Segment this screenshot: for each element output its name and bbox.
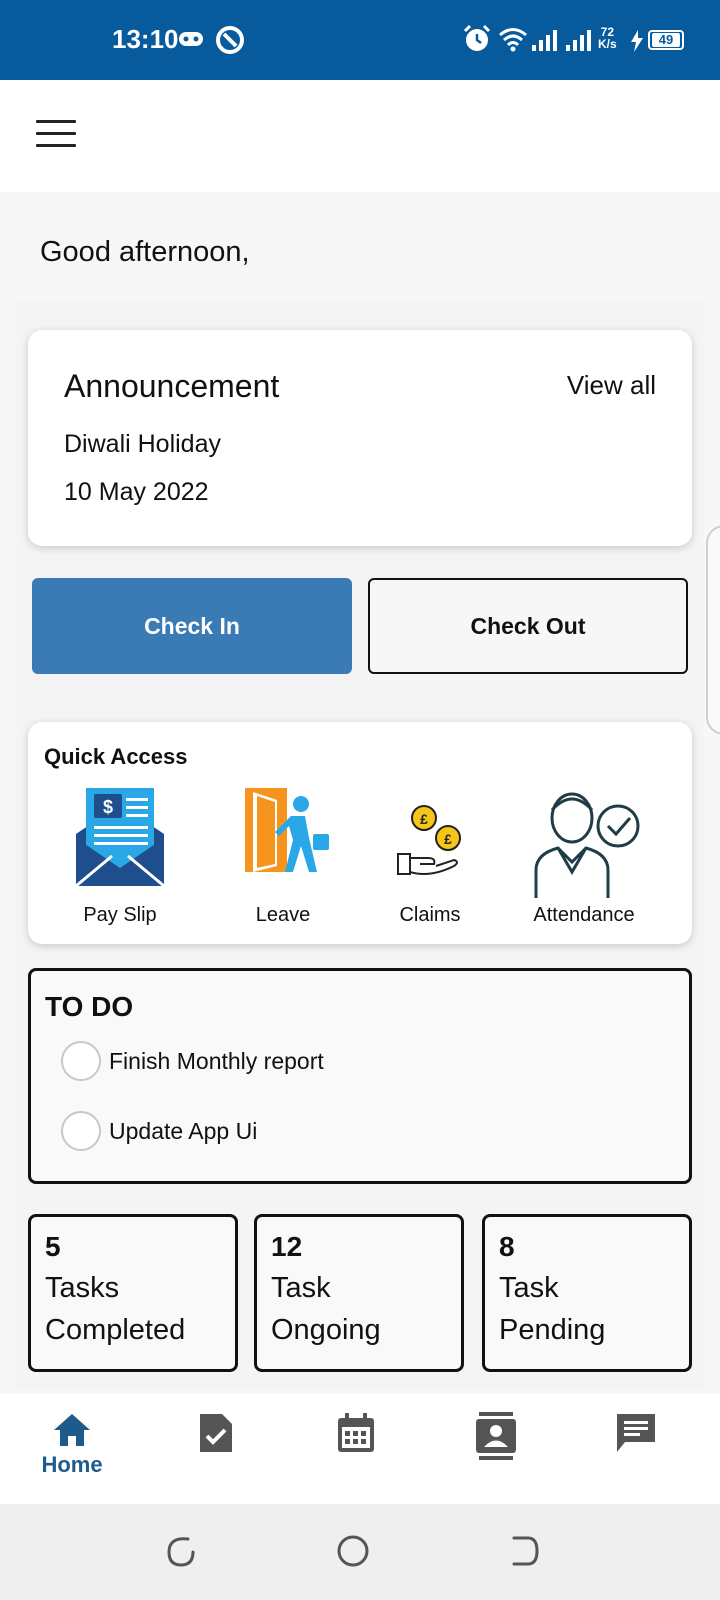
app-bar xyxy=(0,80,720,192)
todo-item[interactable]: Finish Monthly report xyxy=(61,1041,324,1081)
check-out-button[interactable]: Check Out xyxy=(368,578,688,674)
nav-home[interactable]: Home xyxy=(22,1412,122,1492)
battery-level: 49 xyxy=(652,33,680,47)
hamburger-menu-icon[interactable] xyxy=(36,120,76,150)
stat-label: Task Pending xyxy=(499,1272,606,1346)
nav-messages[interactable] xyxy=(586,1412,686,1492)
menu-line xyxy=(36,144,76,147)
check-in-button[interactable]: Check In xyxy=(32,578,352,674)
quick-access-attendance[interactable]: Attendance xyxy=(514,782,654,932)
nav-calendar[interactable] xyxy=(306,1412,406,1492)
quick-access-claims[interactable]: £ £ Claims xyxy=(360,782,500,932)
menu-line xyxy=(36,132,76,135)
attendance-label: Attendance xyxy=(533,904,635,926)
greeting: Good afternoon, xyxy=(40,236,250,268)
task-icon xyxy=(200,1414,232,1452)
chat-icon xyxy=(617,1414,655,1452)
announcement-title: Announcement xyxy=(64,368,280,404)
todo-card: TO DO Finish Monthly report Update App U… xyxy=(28,968,692,1184)
claims-label: Claims xyxy=(399,904,461,926)
claims-icon: £ £ xyxy=(397,805,461,875)
charging-icon xyxy=(631,30,643,52)
nav-home-label: Home xyxy=(41,1452,103,1477)
stat-tasks-completed[interactable]: 5 Tasks Completed xyxy=(28,1214,238,1372)
quick-access-title: Quick Access xyxy=(44,744,188,769)
todo-checkbox[interactable] xyxy=(61,1111,101,1151)
contact-icon xyxy=(476,1412,516,1460)
attendance-icon xyxy=(534,792,640,898)
stat-value: 8 xyxy=(499,1231,515,1262)
quick-access-card: Quick Access $ Pay Slip Leave £ £ Claims… xyxy=(28,722,692,944)
stat-task-pending[interactable]: 8 Task Pending xyxy=(482,1214,692,1372)
home-icon xyxy=(54,1414,90,1446)
wifi-icon xyxy=(499,28,527,52)
todo-text: Finish Monthly report xyxy=(109,1047,324,1074)
todo-text: Update App Ui xyxy=(109,1117,258,1144)
signal-icon xyxy=(532,30,557,51)
gamepad-icon xyxy=(179,32,203,46)
todo-item[interactable]: Update App Ui xyxy=(61,1111,257,1151)
leave-icon xyxy=(245,788,329,872)
system-navigation-bar xyxy=(0,1504,720,1600)
stat-value: 12 xyxy=(271,1231,303,1262)
calendar-icon xyxy=(338,1413,374,1452)
svg-text:£: £ xyxy=(420,811,428,827)
announcement-date: 10 May 2022 xyxy=(64,478,209,506)
home-button-icon[interactable] xyxy=(336,1534,370,1568)
stat-task-ongoing[interactable]: 12 Task Ongoing xyxy=(254,1214,464,1372)
net-speed: 72 K/s xyxy=(598,26,617,50)
nav-contacts[interactable] xyxy=(446,1412,546,1492)
quick-access-leave[interactable]: Leave xyxy=(213,782,353,932)
signal-2-icon xyxy=(566,30,591,51)
announcement-item: Diwali Holiday xyxy=(64,430,221,458)
net-speed-unit: K/s xyxy=(598,37,617,51)
alarm-icon xyxy=(463,24,491,51)
todo-checkbox[interactable] xyxy=(61,1041,101,1081)
quick-access-pay-slip[interactable]: $ Pay Slip xyxy=(50,782,190,932)
status-bar: 13:10 72 K/s 49 xyxy=(0,0,720,80)
menu-line xyxy=(36,120,76,123)
payslip-icon: $ xyxy=(75,788,165,888)
recent-apps-icon[interactable] xyxy=(166,1534,196,1568)
view-all-link[interactable]: View all xyxy=(567,370,656,401)
todo-title: TO DO xyxy=(45,991,134,1022)
stat-label: Task Ongoing xyxy=(271,1272,381,1346)
stat-value: 5 xyxy=(45,1231,61,1262)
announcement-card: Announcement View all Diwali Holiday 10 … xyxy=(28,330,692,546)
pay-slip-label: Pay Slip xyxy=(83,904,157,926)
vpn-icon xyxy=(216,26,244,54)
battery-icon: 49 xyxy=(648,30,684,50)
svg-text:$: $ xyxy=(103,797,113,817)
side-drawer-handle[interactable] xyxy=(706,525,720,735)
leave-label: Leave xyxy=(255,904,311,926)
status-time: 13:10 xyxy=(112,24,179,54)
bottom-navigation: Home xyxy=(0,1394,720,1504)
nav-tasks[interactable] xyxy=(166,1412,266,1492)
back-icon[interactable] xyxy=(510,1534,540,1568)
stat-label: Tasks Completed xyxy=(45,1272,186,1346)
svg-text:£: £ xyxy=(444,831,452,847)
